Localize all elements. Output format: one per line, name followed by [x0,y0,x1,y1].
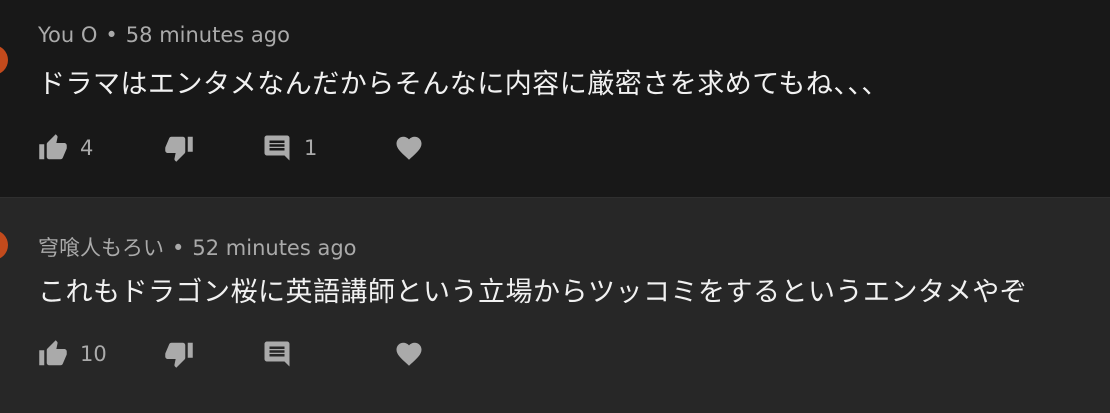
comment-author[interactable]: You O [38,23,97,47]
heart-icon [396,342,422,366]
reply-button[interactable]: 1 [262,133,317,163]
comment-meta: You O • 58 minutes ago [38,23,290,47]
avatar[interactable] [0,45,8,75]
dislike-button[interactable] [164,339,194,369]
heart-button[interactable] [394,339,424,369]
like-button[interactable]: 10 [38,339,107,369]
heart-icon [396,136,422,160]
comment-time[interactable]: 58 minutes ago [126,23,290,47]
comment-time[interactable]: 52 minutes ago [192,236,356,260]
thumbs-down-icon [165,342,193,368]
separator-dot: • [105,23,118,47]
comment-text: ドラマはエンタメなんだからそんなに内容に厳密さを求めてもね、、、 [38,69,889,100]
avatar[interactable] [0,230,8,260]
comment-item: You O • 58 minutes ago ドラマはエンタメなんだからそんなに内容… [0,0,1110,197]
like-count: 10 [80,342,107,366]
thumbs-down-icon [165,136,193,162]
comment-author[interactable]: 穹喰人もろい [38,236,164,260]
like-count: 4 [80,136,94,160]
reply-button[interactable] [262,339,292,369]
reply-comment-icon [264,135,290,161]
comment-meta: 穹喰人もろい • 52 minutes ago [38,232,357,262]
reply-count: 1 [304,136,318,160]
thumbs-up-icon [39,340,67,366]
comment-item: 穹喰人もろい • 52 minutes ago これもドラゴン桜に英語講師という立場… [0,197,1110,413]
thumbs-up-icon [39,134,67,160]
like-button[interactable]: 4 [38,133,93,163]
comment-text: これもドラゴン桜に英語講師という立場からツッコミをするというエンタメやぞ [38,277,1028,308]
heart-button[interactable] [394,133,424,163]
reply-comment-icon [264,341,290,367]
separator-dot: • [172,236,185,260]
dislike-button[interactable] [164,133,194,163]
